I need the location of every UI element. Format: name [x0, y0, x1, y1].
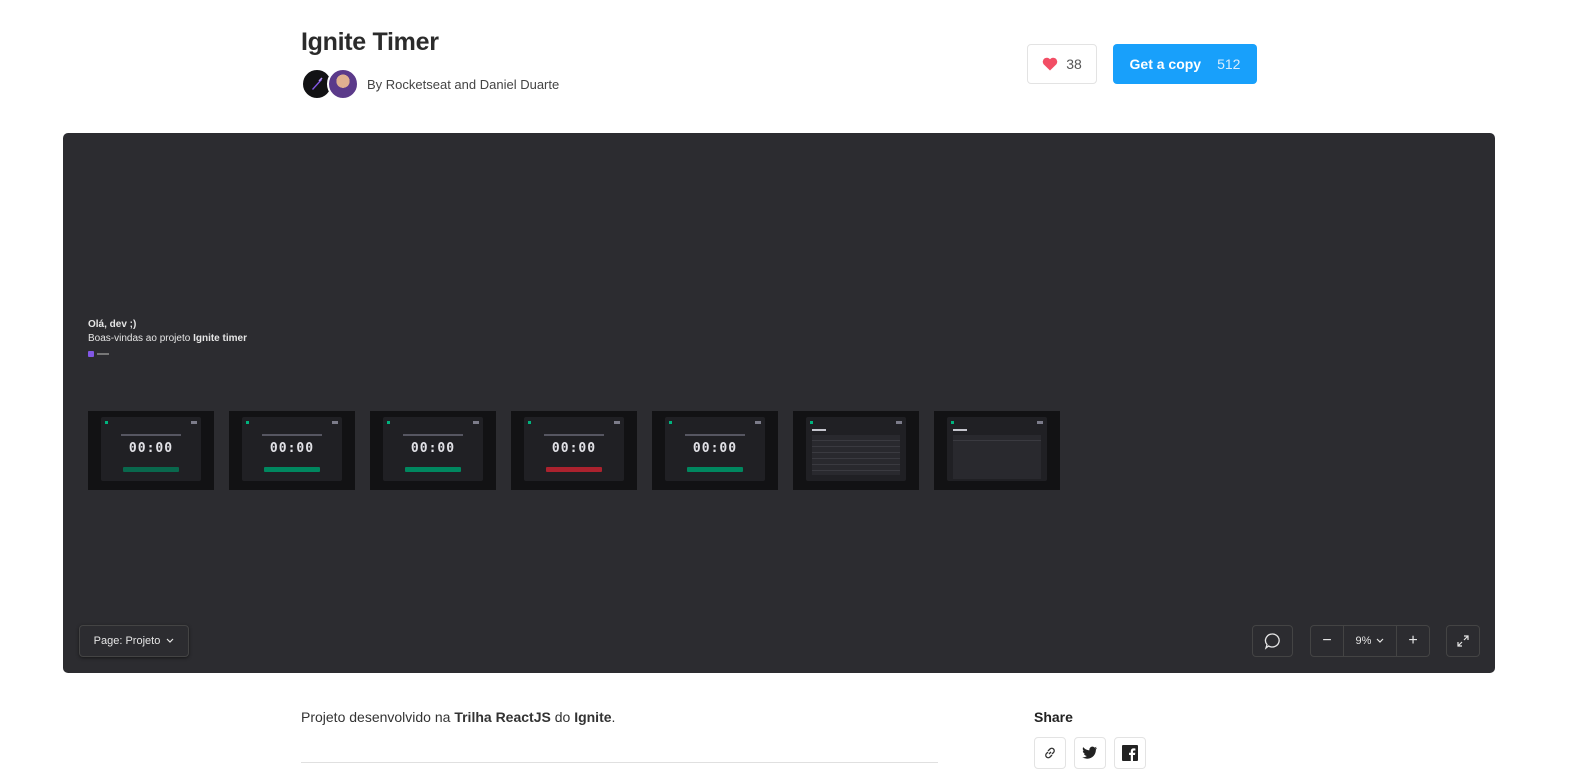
timer-digits: 00:00 [410, 441, 456, 456]
avatar-daniel-duarte[interactable] [327, 68, 359, 100]
frame-home-filled[interactable]: 00:00 [229, 411, 355, 490]
twitter-icon [1082, 746, 1097, 759]
heart-icon [1042, 57, 1058, 71]
minus-icon: − [1322, 632, 1332, 649]
zoom-controls: − 9% + [1310, 625, 1430, 657]
page-label: Page: Projeto [93, 635, 161, 647]
frame-home-finished[interactable]: 00:00 [652, 411, 778, 490]
share-title: Share [1034, 709, 1073, 725]
author-byline: By Rocketseat and Daniel Duarte [301, 68, 559, 100]
comment-icon [1264, 633, 1280, 650]
plus-icon: + [1408, 632, 1418, 649]
file-header: Ignite Timer By Rocketseat and Daniel Du… [301, 28, 1257, 108]
share-twitter-button[interactable] [1074, 737, 1106, 769]
copy-link-button[interactable] [1034, 737, 1066, 769]
timer-digits: 00:00 [551, 441, 597, 456]
divider [301, 762, 938, 763]
zoom-out-button[interactable]: − [1311, 626, 1343, 656]
like-button[interactable]: 38 [1027, 44, 1097, 84]
link-icon [1045, 747, 1055, 759]
chevron-down-icon [166, 638, 174, 643]
frame-history-filled[interactable] [793, 411, 919, 490]
timer-digits: 00:00 [692, 441, 738, 456]
fullscreen-button[interactable] [1446, 625, 1480, 657]
get-a-copy-button[interactable]: Get a copy 512 [1113, 44, 1257, 84]
rocket-icon [312, 77, 323, 90]
file-description: Projeto desenvolvido na Trilha ReactJS d… [301, 709, 616, 725]
chevron-down-icon [1377, 638, 1384, 643]
frame-home-running[interactable]: 00:00 [511, 411, 637, 490]
like-count: 38 [1066, 56, 1082, 72]
byline-text[interactable]: By Rocketseat and Daniel Duarte [367, 77, 559, 92]
intro-text-block: Olá, dev ;) Boas-vindas ao projeto Ignit… [88, 319, 247, 357]
figma-embed-canvas[interactable]: Olá, dev ;) Boas-vindas ao projeto Ignit… [63, 133, 1495, 673]
zoom-value: 9% [1355, 635, 1372, 647]
facebook-icon [1122, 745, 1138, 761]
frame-history-empty[interactable] [934, 411, 1060, 490]
intro-hello: Olá, dev ;) [88, 319, 137, 330]
timer-digits: 00:00 [269, 441, 315, 456]
copy-label: Get a copy [1129, 56, 1202, 72]
comment-button[interactable] [1252, 625, 1293, 657]
zoom-in-button[interactable]: + [1397, 626, 1429, 656]
copy-count: 512 [1217, 56, 1241, 72]
timer-digits: 00:00 [128, 441, 174, 456]
share-section: Share [1034, 709, 1146, 769]
page-selector[interactable]: Page: Projeto [79, 625, 189, 657]
zoom-level-dropdown[interactable]: 9% [1343, 626, 1397, 656]
frame-home-default[interactable]: 00:00 [88, 411, 214, 490]
rocketseat-mini-logo [88, 351, 247, 357]
share-facebook-button[interactable] [1114, 737, 1146, 769]
frames-row: 00:00 00:00 00:00 00:00 00:00 [88, 411, 1060, 490]
expand-icon [1457, 635, 1469, 647]
intro-welcome: Boas-vindas ao projeto Ignite timer [88, 333, 247, 344]
frame-home-suggestions[interactable]: 00:00 [370, 411, 496, 490]
